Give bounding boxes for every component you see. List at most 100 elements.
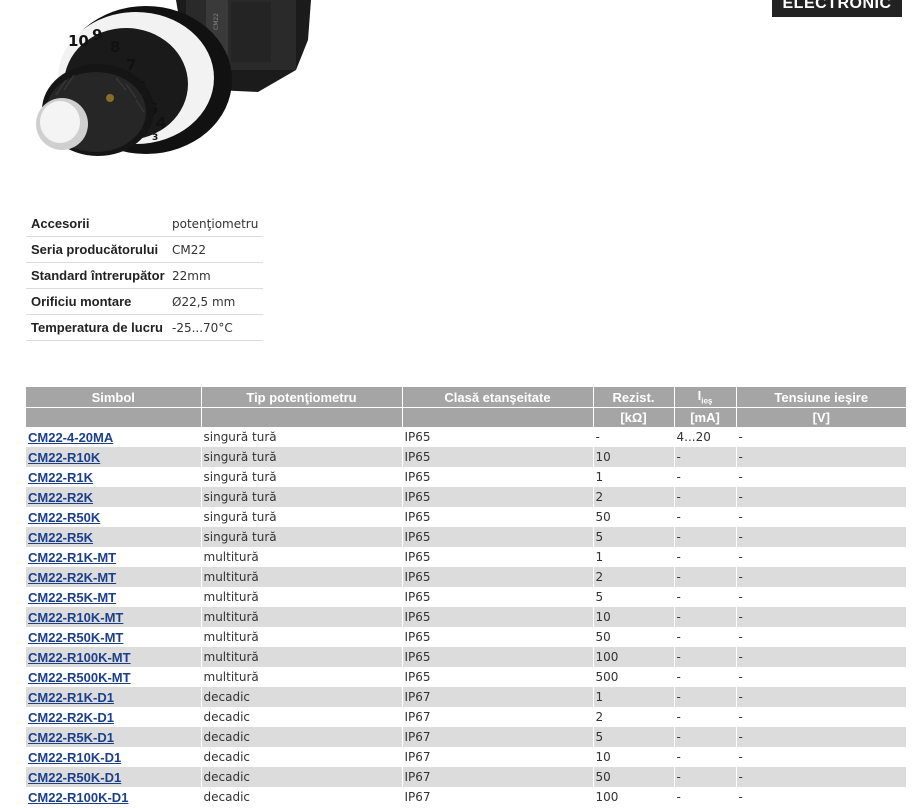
cell-clasa: IP67: [401, 787, 593, 807]
cell-clasa: IP65: [401, 587, 593, 607]
unit-empty: [26, 407, 201, 427]
cell-clasa: IP65: [401, 627, 593, 647]
cell-rezist: 100: [592, 787, 674, 807]
column-header-clasa[interactable]: Clasă etanşeitate: [401, 387, 593, 408]
product-link[interactable]: CM22-R5K-MT: [28, 590, 116, 605]
cell-tensiune: -: [735, 667, 906, 687]
cell-clasa: IP65: [401, 567, 593, 587]
cell-clasa: IP65: [401, 527, 593, 547]
cell-ies: -: [673, 647, 736, 667]
cell-ies: 4...20: [673, 427, 736, 447]
cell-clasa: IP67: [401, 687, 593, 707]
unit-rezist: [kΩ]: [592, 407, 674, 427]
dial-number: 4: [156, 114, 166, 132]
spec-row: Accesorii potenţiometru: [26, 211, 264, 237]
product-link[interactable]: CM22-R2K-D1: [28, 710, 114, 725]
product-link[interactable]: CM22-R10K-D1: [28, 750, 121, 765]
cell-simbol: CM22-4-20MA: [26, 427, 201, 447]
cell-simbol: CM22-R1K-D1: [26, 687, 201, 707]
cell-rezist: 500: [592, 667, 674, 687]
cell-tip: multitură: [200, 547, 402, 567]
unit-ies: [mA]: [673, 407, 736, 427]
product-link[interactable]: CM22-R1K-D1: [28, 690, 114, 705]
cell-simbol: CM22-R50K-MT: [26, 627, 201, 647]
product-link[interactable]: CM22-R500K-MT: [28, 670, 131, 685]
product-link[interactable]: CM22-R10K-MT: [28, 610, 123, 625]
table-row: CM22-R1K-MT multitură IP65 1- -: [26, 547, 906, 567]
table-row: CM22-R10K-D1 decadic IP67 10- -: [26, 747, 906, 767]
product-link[interactable]: CM22-R100K-D1: [28, 790, 128, 805]
cell-tip: singură tură: [200, 527, 402, 547]
spec-key: Temperatura de lucru: [26, 314, 170, 341]
cell-tensiune: -: [735, 467, 906, 487]
dial-number: 9: [92, 26, 102, 44]
cell-ies: -: [673, 527, 736, 547]
cell-tensiune: -: [735, 647, 906, 667]
column-header-ies[interactable]: Iieş: [673, 387, 736, 408]
cell-tip: multitură: [200, 667, 402, 687]
cell-simbol: CM22-R5K-D1: [26, 727, 201, 747]
cell-clasa: IP67: [401, 747, 593, 767]
product-link[interactable]: CM22-R100K-MT: [28, 650, 131, 665]
cell-ies: -: [673, 487, 736, 507]
cell-tip: decadic: [200, 767, 402, 787]
product-link[interactable]: CM22-R5K: [28, 530, 93, 545]
spec-value: Ø22,5 mm: [170, 288, 264, 315]
cell-clasa: IP65: [401, 507, 593, 527]
cell-tensiune: -: [735, 747, 906, 767]
cell-tensiune: -: [735, 427, 906, 447]
ies-subscript: ieş: [701, 396, 713, 406]
product-link[interactable]: CM22-R2K-MT: [28, 570, 116, 585]
cell-ies: -: [673, 707, 736, 727]
spec-value: CM22: [170, 236, 264, 263]
table-row: CM22-R1K singură tură IP65 1- -: [26, 467, 906, 487]
cell-simbol: CM22-R2K-MT: [26, 567, 201, 587]
cell-simbol: CM22-R500K-MT: [26, 667, 201, 687]
product-link[interactable]: CM22-R2K: [28, 490, 93, 505]
cell-simbol: CM22-R2K: [26, 487, 201, 507]
cell-tensiune: -: [735, 787, 906, 807]
column-header-tip[interactable]: Tip potenţiometru: [200, 387, 402, 408]
product-link[interactable]: CM22-R5K-D1: [28, 730, 114, 745]
cell-tip: singură tură: [200, 427, 402, 447]
spec-key: Accesorii: [26, 211, 170, 237]
cell-simbol: CM22-R100K-MT: [26, 647, 201, 667]
cell-tensiune: -: [735, 587, 906, 607]
product-link[interactable]: CM22-R1K-MT: [28, 550, 116, 565]
dial-number: 10: [68, 32, 89, 50]
cell-tip: decadic: [200, 687, 402, 707]
product-link[interactable]: CM22-R50K-D1: [28, 770, 121, 785]
cell-tensiune: -: [735, 447, 906, 467]
spec-key: Standard întrerupător: [26, 262, 170, 289]
product-link[interactable]: CM22-4-20MA: [28, 430, 113, 445]
svg-text:CM22: CM22: [213, 13, 220, 30]
cell-simbol: CM22-R5K: [26, 527, 201, 547]
unit-empty: [401, 407, 593, 427]
cell-rezist: 10: [592, 607, 674, 627]
table-row: CM22-R2K-MT multitură IP65 2- -: [26, 567, 906, 587]
cell-simbol: CM22-R5K-MT: [26, 587, 201, 607]
cell-rezist: 50: [592, 767, 674, 787]
cell-tip: singură tură: [200, 487, 402, 507]
product-link[interactable]: CM22-R50K: [28, 510, 100, 525]
cell-simbol: CM22-R10K-D1: [26, 747, 201, 767]
cell-clasa: IP67: [401, 767, 593, 787]
product-link[interactable]: CM22-R50K-MT: [28, 630, 123, 645]
spec-key: Orificiu montare: [26, 288, 170, 315]
cell-tip: singură tură: [200, 447, 402, 467]
brand-logo: ELECTRONIC: [772, 0, 902, 17]
cell-tensiune: -: [735, 707, 906, 727]
column-header-tensiune[interactable]: Tensiune ieşire: [735, 387, 906, 408]
column-header-rezist[interactable]: Rezist.: [592, 387, 674, 408]
cell-clasa: IP65: [401, 467, 593, 487]
table-row: CM22-R5K-D1 decadic IP67 5- -: [26, 727, 906, 747]
cell-tensiune: -: [735, 507, 906, 527]
cell-clasa: IP65: [401, 667, 593, 687]
table-row: CM22-R5K singură tură IP65 5- -: [26, 527, 906, 547]
spec-key: Seria producătorului: [26, 236, 170, 263]
cell-rezist: 10: [592, 747, 674, 767]
product-link[interactable]: CM22-R10K: [28, 450, 100, 465]
column-header-simbol[interactable]: Simbol: [26, 387, 201, 408]
product-link[interactable]: CM22-R1K: [28, 470, 93, 485]
cell-rezist: 50: [592, 507, 674, 527]
